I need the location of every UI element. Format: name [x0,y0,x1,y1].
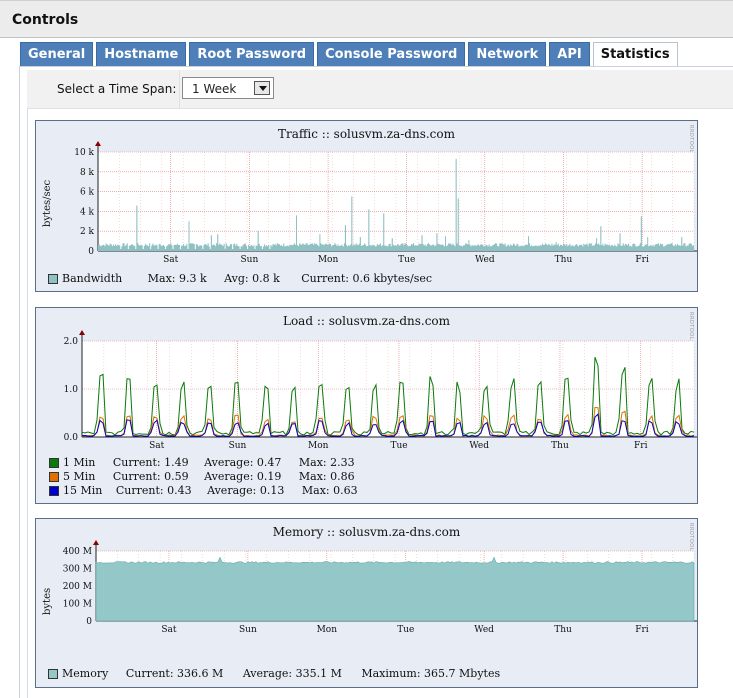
y-tick-label: 1.0 [64,385,79,395]
legend-15min-name: 15 Min [63,484,103,497]
legend-bandwidth-name: Bandwidth [62,272,123,285]
tab-statistics[interactable]: Statistics [592,42,678,67]
tab-general[interactable]: General [20,42,94,66]
legend-5min-current: Current: 0.59 [112,470,189,483]
chevron-down-icon[interactable] [254,81,270,95]
y-tick-label: 0 [86,617,92,627]
memory-plot: Sat Sun Mon Tue Wed Thu Fri 0 100 M 200 M 300 M 400… [63,540,697,635]
load-legend-15min: 15 Min Current: 0.43 Average: 0.13 Max: … [49,484,358,497]
controls-header: Controls [0,0,733,38]
tab-network[interactable]: Network [468,42,547,66]
y-tick-label: 400 M [63,547,92,557]
tab-api[interactable]: API [549,42,590,66]
timespan-row: Select a Time Span: 1 Week [27,70,733,109]
legend-1min-average: Average: 0.47 [204,456,282,469]
legend-1min-max: Max: 2.33 [298,456,355,469]
x-tick-label: Fri [635,625,649,635]
legend-15min-max: Max: 0.63 [301,484,358,497]
x-tick-label: Wed [469,441,489,451]
tab-root-password[interactable]: Root Password [189,42,315,66]
x-tick-label: Tue [398,255,415,265]
x-tick-label: Sat [161,625,177,635]
x-tick-label: Sat [163,255,179,265]
x-tick-label: Wed [474,625,494,635]
legend-bandwidth-max: Max: 9.3 k [147,272,207,285]
legend-bandwidth-avg: Avg: 0.8 k [224,272,280,285]
legend-bandwidth-current: Current: 0.6 kbytes/sec [301,272,433,285]
x-tick-label: Tue [397,625,414,635]
legend-memory-name: Memory [62,667,109,680]
x-tick-label: Thu [554,625,572,635]
legend-memory-current: Current: 336.6 M [125,667,224,680]
legend-5min-name: 5 Min [63,470,96,483]
legend-memory-maximum: Maximum: 365.7 Mbytes [361,667,501,680]
traffic-legend: Bandwidth Max: 9.3 k Avg: 0.8 k Current:… [48,272,432,285]
legend-5min-max: Max: 0.86 [298,470,355,483]
load-1min-swatch [49,458,59,468]
y-tick-label: 100 M [63,600,92,610]
load-5min-swatch [49,472,59,482]
x-tick-label: Sat [149,441,165,451]
y-tick-label: 6 k [80,188,95,198]
traffic-plot: Sat Sun Mon Tue Wed Thu Fri 0 2 k 4 k 6 k 8 k 10 k [74,141,697,265]
y-tick-label: 0.0 [64,433,79,443]
load-legend-1min: 1 Min Current: 1.49 Average: 0.47 Max: 2… [49,456,355,469]
x-tick-label: Mon [317,625,338,635]
timespan-label: Select a Time Span: [57,82,177,96]
timespan-selected-value: 1 Week [192,82,237,96]
page-title: Controls [12,12,79,28]
y-axis-arrow [95,141,101,146]
y-tick-label: 4 k [80,207,95,217]
tab-hostname[interactable]: Hostname [96,42,187,66]
x-tick-label: Sun [241,255,259,265]
memory-swatch [48,669,58,679]
y-tick-label: 10 k [74,148,94,158]
x-tick-label: Thu [555,255,573,265]
y-axis-arrow [79,330,85,335]
y-tick-label: 0 [88,247,94,257]
x-tick-label: Sun [229,441,247,451]
legend-15min-current: Current: 0.43 [115,484,192,497]
memory-legend: Memory Current: 336.6 M Average: 335.1 M… [48,667,500,680]
x-tick-label: Mon [318,255,339,265]
x-tick-label: Tue [390,441,407,451]
memory-area [95,556,695,622]
x-tick-label: Wed [475,255,495,265]
legend-1min-current: Current: 1.49 [112,456,189,469]
legend-5min-average: Average: 0.19 [204,470,282,483]
x-tick-label: Fri [635,255,649,265]
y-tick-label: 8 k [80,168,95,178]
bandwidth-swatch [48,274,58,284]
traffic-graph: Traffic :: solusvm.za-dns.com bytes/sec … [35,120,698,292]
legend-memory-average: Average: 335.1 M [242,667,342,680]
legend-15min-average: Average: 0.13 [207,484,285,497]
x-tick-label: Mon [308,441,329,451]
memory-graph: Memory :: solusvm.za-dns.com bytes RRDTO… [35,518,698,688]
x-tick-label: Sun [239,625,257,635]
load-graph: Load :: solusvm.za-dns.com RRDTOOL / TOB… [35,307,698,504]
load-legend-5min: 5 Min Current: 0.59 Average: 0.19 Max: 0… [49,470,355,483]
tab-bar: General Hostname Root Password Console P… [20,42,678,67]
tab-console-password[interactable]: Console Password [317,42,466,66]
y-tick-label: 300 M [63,565,92,575]
legend-1min-name: 1 Min [63,456,96,469]
x-tick-label: Fri [634,441,648,451]
divider [179,70,180,108]
y-tick-label: 2.0 [64,337,79,347]
y-axis-arrow [93,540,99,545]
y-tick-label: 2 k [80,227,95,237]
timespan-select[interactable]: 1 Week [182,77,274,99]
load-15min-swatch [49,486,59,496]
x-tick-label: Thu [551,441,569,451]
y-tick-label: 200 M [63,582,92,592]
